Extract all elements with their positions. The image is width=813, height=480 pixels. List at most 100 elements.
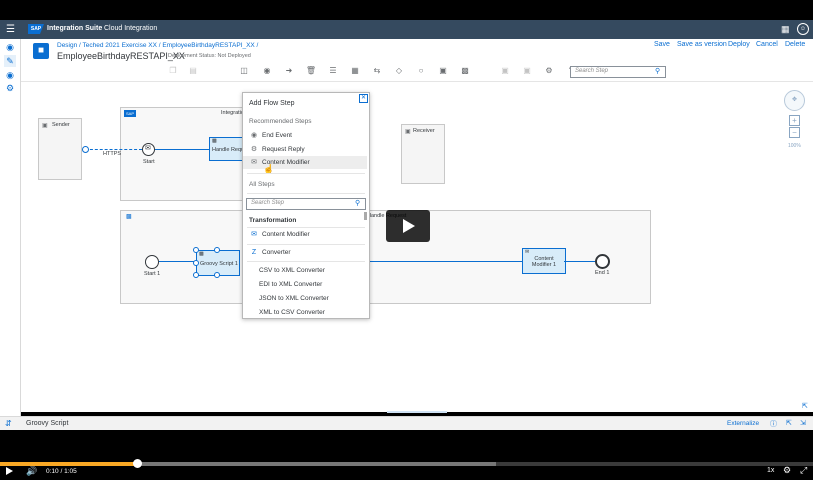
resize-handle[interactable] <box>214 247 220 253</box>
resize-handle[interactable] <box>193 260 199 266</box>
participant-icon: ▣ <box>42 123 48 129</box>
settings-step-icon[interactable]: ⚙ <box>543 66 555 76</box>
sap-logo[interactable]: SAP <box>28 24 44 34</box>
step-item-label: XML to CSV Converter <box>259 309 325 316</box>
close-panel-icon[interactable]: ⇲ <box>800 419 806 427</box>
settings-icon[interactable]: ⚙ <box>783 465 791 476</box>
panel-toggle-icon[interactable]: ⇵ <box>5 419 12 428</box>
step-search-input[interactable]: Search Step ⚲ <box>246 198 366 210</box>
user-avatar-icon[interactable]: ☺ <box>797 23 809 35</box>
monitor-icon[interactable]: ◉ <box>4 69 16 81</box>
process-canvas[interactable]: ▣ Sender ▣ Receiver SAP Integration Proc… <box>21 82 813 413</box>
expand-panel-icon[interactable]: ⇱ <box>786 419 792 427</box>
process-icon[interactable]: ◉ <box>261 66 273 76</box>
process-call-icon: ▩ <box>212 138 217 144</box>
message-persistence-icon[interactable]: ⇆ <box>371 66 383 76</box>
sequence-flow[interactable] <box>155 149 210 150</box>
message-routing-icon[interactable]: ▦ <box>349 66 361 76</box>
external-call-icon[interactable]: ▣ <box>437 66 449 76</box>
search-icon[interactable]: ⚲ <box>655 67 660 75</box>
design-icon[interactable]: ✎ <box>4 55 16 67</box>
header-search-input[interactable]: Search Step ⚲ <box>570 66 666 78</box>
collapse-icon[interactable]: ⇱ <box>802 402 808 410</box>
zoom-fit-icon[interactable]: ▣ <box>521 66 533 76</box>
events-icon[interactable]: ➜ <box>283 66 295 76</box>
sequence-flow[interactable] <box>564 261 595 262</box>
resize-handle[interactable] <box>193 272 199 278</box>
externalize-button[interactable]: Externalize <box>727 420 759 427</box>
recommended-item-label: End Event <box>262 132 292 139</box>
request-reply-icon: ⚙ <box>250 146 258 153</box>
recommended-item-end-event[interactable]: ◉ End Event <box>243 129 367 142</box>
copy-icon[interactable]: ❐ <box>167 66 179 76</box>
zoom-out-icon[interactable]: − <box>789 127 800 138</box>
divider <box>247 244 365 245</box>
play-icon[interactable] <box>6 467 13 475</box>
pan-control[interactable]: ✥ <box>784 90 805 111</box>
deploy-button[interactable]: Deploy <box>728 41 750 48</box>
receiver-participant[interactable]: ▣ Receiver <box>401 124 445 184</box>
menu-icon[interactable]: ☰ <box>6 24 15 35</box>
zoom-level: 100% <box>788 143 801 149</box>
all-steps-heading: All Steps <box>249 181 275 188</box>
fit-icon[interactable]: ▣ <box>499 66 511 76</box>
https-connector[interactable] <box>85 149 142 150</box>
help-icon[interactable]: ⓘ <box>770 419 777 429</box>
volume-icon[interactable]: 🔊 <box>26 466 37 477</box>
step-item-xml-to-csv[interactable]: XML to CSV Converter <box>243 306 367 318</box>
splitter-handle[interactable] <box>387 411 447 413</box>
end1-event[interactable] <box>595 254 610 269</box>
paste-icon[interactable]: ▤ <box>187 66 199 76</box>
notifications-icon[interactable]: ▦ <box>781 24 790 35</box>
video-player-controls <box>0 430 813 480</box>
cancel-button[interactable]: Cancel <box>756 41 778 48</box>
participant-icon: ▣ <box>405 129 411 135</box>
recommended-item-content-modifier[interactable]: ✉ Content Modifier <box>243 156 367 169</box>
start1-event[interactable] <box>145 255 159 269</box>
step-item-content-modifier[interactable]: ✉ Content Modifier <box>243 228 367 241</box>
breadcrumb[interactable]: Design / Teched 2021 Exercise XX / Emplo… <box>57 42 258 49</box>
recommended-item-request-reply[interactable]: ⚙ Request Reply <box>243 143 367 156</box>
step-item-edi-to-xml[interactable]: EDI to XML Converter <box>243 278 367 291</box>
settings-icon[interactable]: ⚙ <box>4 82 16 94</box>
video-play-overlay-button[interactable] <box>386 210 430 242</box>
handle-request-step[interactable]: ▩ Handle Request <box>209 137 251 161</box>
envelope-icon: ✉ <box>251 231 257 238</box>
step-item-label: JSON to XML Converter <box>259 295 329 302</box>
side-navigation: ◉ ✎ ◉ ⚙ <box>0 39 21 430</box>
discover-icon[interactable]: ◉ <box>4 41 16 53</box>
script-icon: ▩ <box>199 251 204 257</box>
progress-scrubber[interactable] <box>133 459 142 468</box>
security-icon[interactable]: ○ <box>415 66 427 76</box>
sequence-flow[interactable] <box>159 261 195 262</box>
scrollbar[interactable] <box>364 212 367 220</box>
fullscreen-icon[interactable]: ⤢ <box>800 465 807 476</box>
resize-handle[interactable] <box>214 272 220 278</box>
sender-participant[interactable]: ▣ Sender <box>38 118 82 180</box>
delete-step-icon[interactable]: ▩ <box>459 66 471 76</box>
participant-icon[interactable]: ◫ <box>238 66 250 76</box>
zoom-in-icon[interactable]: + <box>789 115 800 126</box>
popover-title: Add Flow Step <box>249 100 295 107</box>
step-item-label: Content Modifier <box>262 231 310 238</box>
step-item-json-to-xml[interactable]: JSON to XML Converter <box>243 292 367 305</box>
search-icon[interactable]: ⚲ <box>355 199 360 207</box>
validator-icon[interactable]: ◇ <box>393 66 405 76</box>
delete-button[interactable]: Delete <box>785 41 805 48</box>
call-icon[interactable]: 🗑 <box>305 66 317 76</box>
start-message-event[interactable]: ✉ <box>142 143 155 156</box>
sequence-flow[interactable] <box>369 261 522 262</box>
step-item-csv-to-xml[interactable]: CSV to XML Converter <box>243 264 367 277</box>
content-modifier-step[interactable]: ✉ Content Modifier 1 <box>522 248 566 274</box>
resize-handle[interactable] <box>193 247 199 253</box>
connector-handle[interactable] <box>82 146 89 153</box>
save-button[interactable]: Save <box>654 41 670 48</box>
recommended-heading: Recommended Steps <box>249 118 312 125</box>
step-item-label: Converter <box>262 249 291 256</box>
step-item-converter[interactable]: Z Converter <box>243 246 367 259</box>
playback-speed[interactable]: 1x <box>767 467 774 474</box>
close-icon[interactable]: ✕ <box>359 94 368 103</box>
message-transformers-icon[interactable]: ☰ <box>327 66 339 76</box>
save-as-version-button[interactable]: Save as version <box>677 41 727 48</box>
converter-icon: Z <box>251 249 257 256</box>
